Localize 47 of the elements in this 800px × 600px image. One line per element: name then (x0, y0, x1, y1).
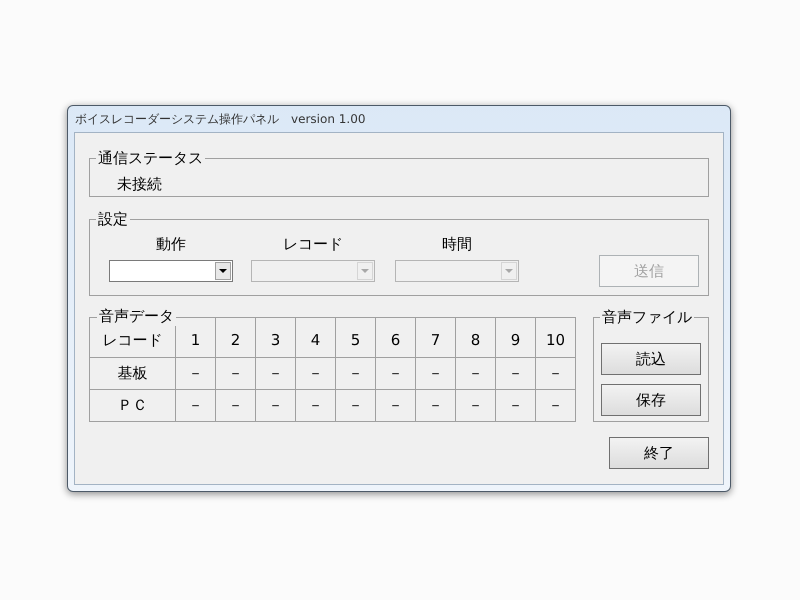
table-cell: － (456, 358, 496, 390)
table-cell: － (336, 358, 376, 390)
table-cell: － (296, 390, 336, 422)
table-cell: － (536, 390, 576, 422)
column-header: 9 (496, 318, 536, 358)
table-cell: － (216, 358, 256, 390)
column-header: 8 (456, 318, 496, 358)
status-value: 未接続 (117, 174, 162, 195)
window-title: ボイスレコーダーシステム操作パネル version 1.00 (74, 111, 366, 128)
dropdown[interactable] (109, 260, 233, 282)
table-cell: － (416, 358, 456, 390)
load-button[interactable]: 読込 (601, 343, 701, 375)
column-header: 4 (296, 318, 336, 358)
caret-icon (219, 269, 227, 273)
field-label: 動作 (156, 234, 186, 254)
column-header: 7 (416, 318, 456, 358)
row-header: 基板 (90, 358, 176, 390)
table-cell: － (376, 358, 416, 390)
table-cell: － (416, 390, 456, 422)
table-cell: － (456, 390, 496, 422)
column-header: 5 (336, 318, 376, 358)
group-label: 設定 (96, 209, 130, 229)
column-header: 6 (376, 318, 416, 358)
group-label: 音声データ (97, 306, 176, 326)
table-cell: － (176, 390, 216, 422)
table-cell: － (336, 390, 376, 422)
save-button[interactable]: 保存 (601, 384, 701, 416)
caret-icon (361, 269, 369, 273)
table-cell: － (256, 358, 296, 390)
caret-icon (505, 269, 513, 273)
table-cell: － (496, 390, 536, 422)
field-label: 時間 (442, 234, 472, 254)
table-cell: － (496, 358, 536, 390)
table-cell: － (296, 358, 336, 390)
table-cell: － (256, 390, 296, 422)
field-label: レコード (283, 234, 343, 254)
table-cell: － (216, 390, 256, 422)
table-cell: － (176, 358, 216, 390)
column-header: 2 (216, 318, 256, 358)
group-label: 音声ファイル (600, 307, 694, 327)
table-cell: － (536, 358, 576, 390)
row-header: ＰＣ (90, 390, 176, 422)
table-cell: － (376, 390, 416, 422)
column-header: 3 (256, 318, 296, 358)
column-header: 10 (536, 318, 576, 358)
exit-button[interactable]: 終了 (609, 437, 709, 469)
group-label: 通信ステータス (96, 148, 205, 168)
